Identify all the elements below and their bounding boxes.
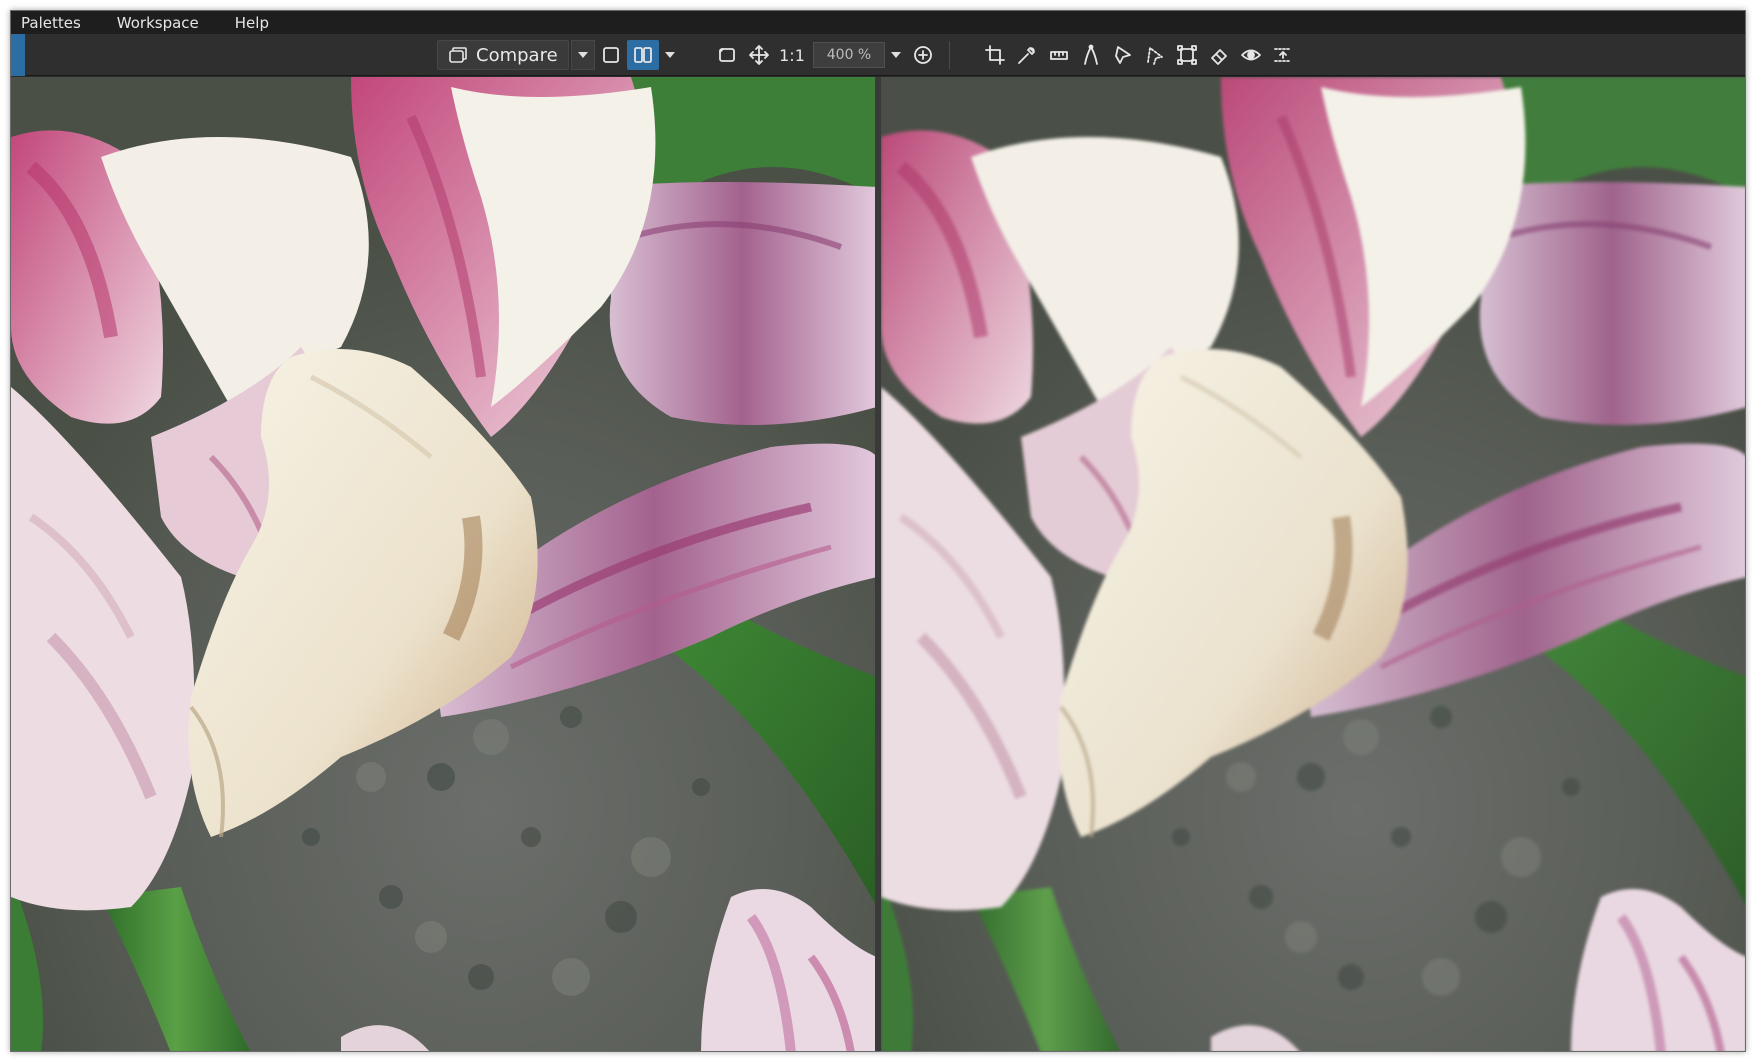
guides-button[interactable] [1267, 40, 1299, 70]
toolbar: Compare 1:1 400 % [11, 34, 1745, 76]
chevron-down-icon [665, 52, 675, 58]
eye-icon [1241, 49, 1261, 61]
compare-label: Compare [476, 44, 558, 66]
chevron-down-icon [577, 52, 588, 58]
eraser-icon [1211, 49, 1227, 65]
toolbar-separator [949, 41, 950, 69]
single-view-icon [603, 47, 619, 63]
menu-workspace[interactable]: Workspace [117, 14, 199, 32]
straighten-icon [1050, 51, 1068, 60]
menu-palettes[interactable]: Palettes [21, 14, 81, 32]
polygon-lasso-icon [1115, 46, 1131, 64]
navigation-group: 1:1 400 % [711, 40, 960, 70]
crop-icon [985, 45, 1005, 65]
freehand-lasso-icon [1147, 47, 1163, 65]
app-window: Palettes Workspace Help Compare 1:1 400 … [10, 10, 1746, 1052]
panel-accent-strip [11, 34, 25, 76]
guides-icon [1274, 48, 1292, 62]
split-view-button[interactable] [627, 40, 659, 70]
compare-dropdown[interactable] [570, 40, 595, 70]
image-viewer [11, 77, 1745, 1051]
edit-tools-group [979, 40, 1299, 70]
zoom-level-field[interactable]: 400 % [813, 42, 885, 68]
eraser-button[interactable] [1203, 40, 1235, 70]
pen-icon [1084, 44, 1098, 65]
frame-icon [719, 48, 735, 62]
split-view-icon [634, 47, 652, 63]
menu-bar: Palettes Workspace Help [11, 11, 1745, 34]
tulip-photo-processed [881, 77, 1745, 1051]
eyedropper-button[interactable] [1011, 40, 1043, 70]
frame-button[interactable] [711, 40, 743, 70]
chevron-down-icon [891, 52, 901, 58]
compare-button[interactable]: Compare [437, 40, 569, 70]
pen-tool-button[interactable] [1075, 40, 1107, 70]
menu-help[interactable]: Help [235, 14, 269, 32]
tulip-photo [11, 77, 875, 1051]
polygon-lasso-button[interactable] [1107, 40, 1139, 70]
original-image-pane[interactable] [11, 77, 875, 1051]
preview-button[interactable] [1235, 40, 1267, 70]
zoom-dropdown[interactable] [885, 42, 907, 68]
view-mode-group [595, 40, 681, 70]
view-mode-dropdown[interactable] [659, 42, 681, 68]
crop-button[interactable] [979, 40, 1011, 70]
actual-size-button[interactable]: 1:1 [775, 46, 809, 65]
transform-icon [1177, 45, 1197, 65]
pan-icon [749, 45, 769, 65]
straighten-button[interactable] [1043, 40, 1075, 70]
zoom-in-button[interactable] [907, 40, 939, 70]
zoom-in-icon [914, 46, 932, 64]
transform-button[interactable] [1171, 40, 1203, 70]
processed-image-pane[interactable] [881, 77, 1745, 1051]
single-view-button[interactable] [595, 40, 627, 70]
compare-icon [449, 47, 467, 63]
eyedropper-icon [1018, 47, 1035, 64]
compare-group: Compare [437, 40, 595, 70]
pan-button[interactable] [743, 40, 775, 70]
freehand-lasso-button[interactable] [1139, 40, 1171, 70]
